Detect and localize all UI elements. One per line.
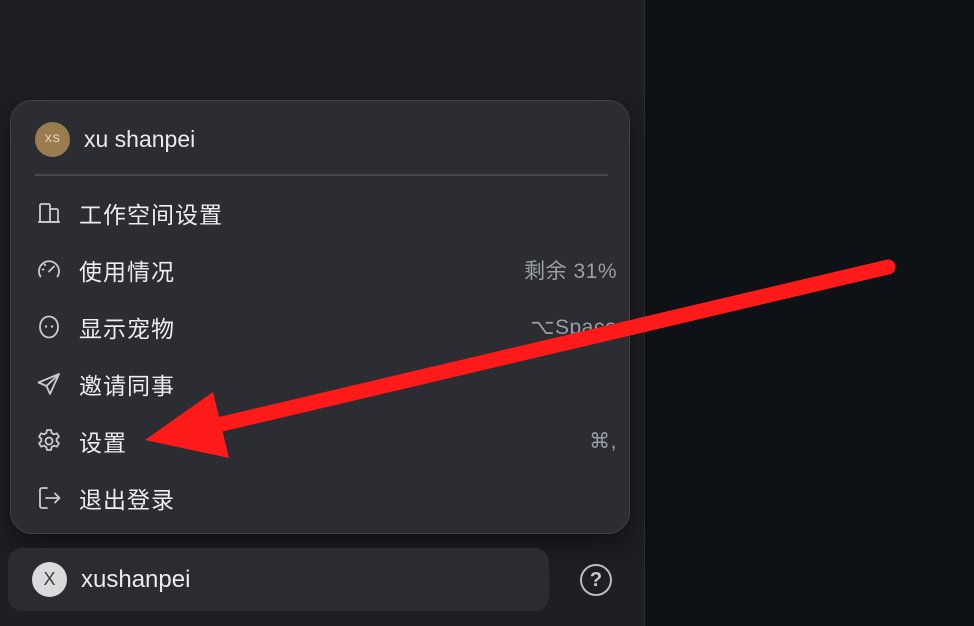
avatar: X (32, 562, 67, 597)
send-icon (33, 368, 65, 400)
gauge-icon (33, 254, 65, 286)
building-icon (33, 197, 65, 229)
account-menu: XS xu shanpei 工作空间设置 使用情况 剩余 31% 显示宠物 ⌥S… (10, 100, 630, 534)
menu-user-row: XS xu shanpei (35, 121, 195, 157)
usage-remaining: 剩余 31% (524, 260, 617, 283)
menu-divider (35, 174, 608, 176)
menu-item-usage[interactable]: 使用情况 剩余 31% (25, 246, 617, 294)
menu-item-invite[interactable]: 邀请同事 (25, 360, 617, 408)
shortcut-hint: ⌘, (589, 429, 617, 453)
menu-item-label: 邀请同事 (79, 373, 175, 399)
menu-item-workspace-settings[interactable]: 工作空间设置 (25, 189, 617, 237)
menu-item-logout[interactable]: 退出登录 (25, 474, 617, 522)
shortcut-hint: ⌥Space (530, 315, 617, 339)
main-pane (646, 0, 974, 626)
logout-icon (33, 482, 65, 514)
account-username: xushanpei (81, 565, 191, 593)
menu-item-label: 显示宠物 (79, 316, 175, 342)
menu-item-label: 退出登录 (79, 487, 175, 513)
menu-item-show-pet[interactable]: 显示宠物 ⌥Space (25, 303, 617, 351)
help-icon[interactable]: ? (580, 564, 612, 596)
pet-icon (33, 311, 65, 343)
menu-item-label: 设置 (79, 430, 127, 456)
gear-icon (33, 425, 65, 457)
menu-item-settings[interactable]: 设置 ⌘, (25, 417, 617, 465)
account-switcher-button[interactable]: X xushanpei (8, 548, 549, 611)
menu-item-label: 工作空间设置 (79, 202, 223, 228)
avatar: XS (35, 121, 70, 157)
menu-user-name: xu shanpei (84, 125, 196, 152)
menu-item-label: 使用情况 (79, 259, 175, 285)
